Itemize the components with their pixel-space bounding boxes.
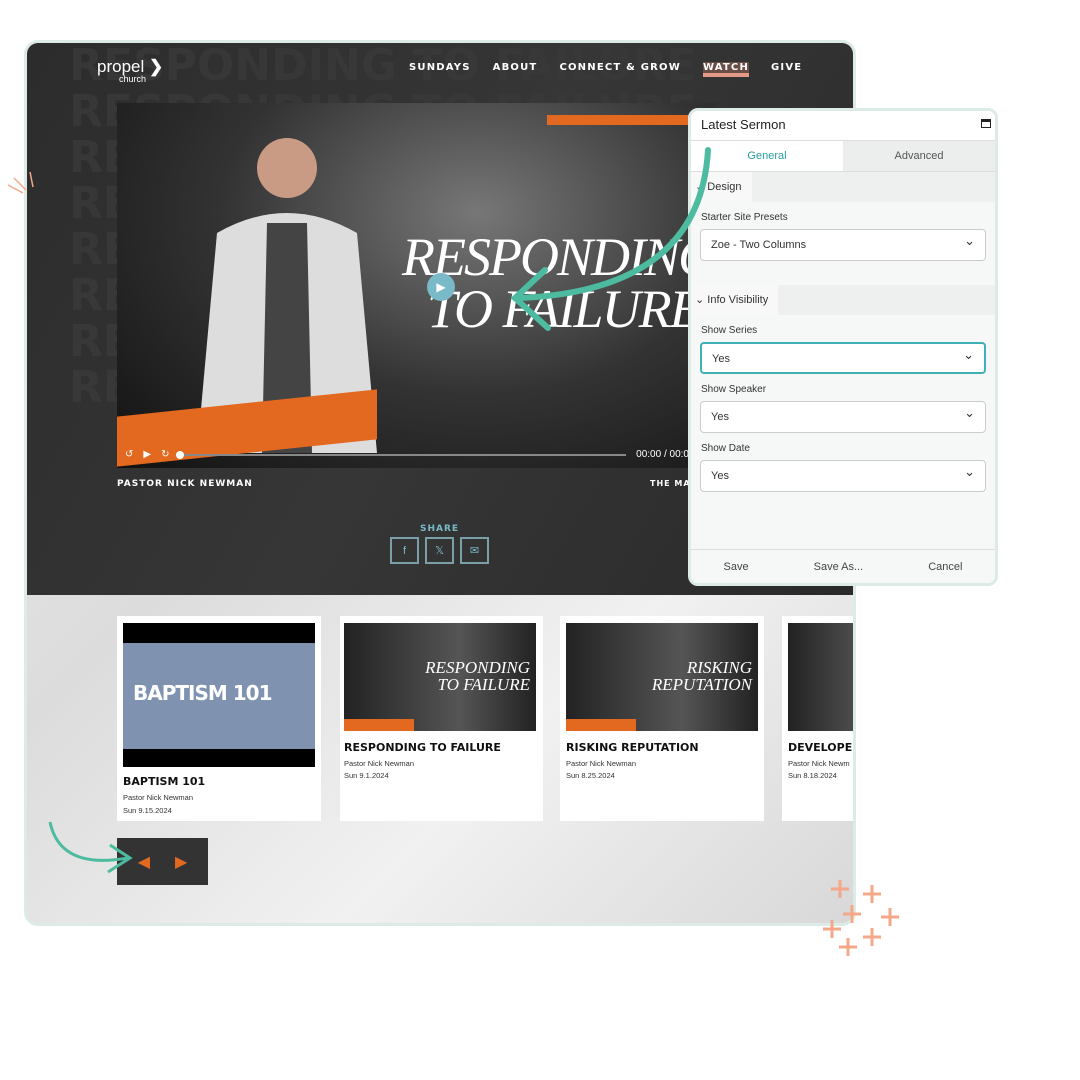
plus-decoration-icon xyxy=(823,880,899,956)
curved-arrow-icon xyxy=(517,147,711,301)
annotation-arrows xyxy=(7,147,899,956)
spark-decoration-icon xyxy=(7,171,34,194)
curved-arrow-icon xyxy=(48,821,129,862)
